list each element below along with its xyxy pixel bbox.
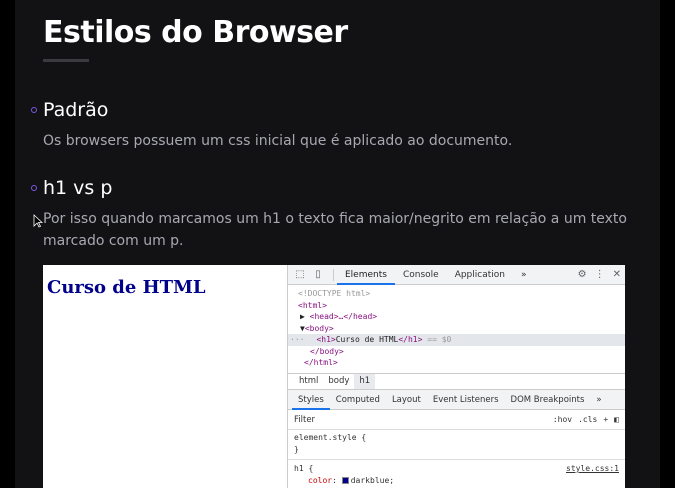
dom-doctype[interactable]: <!DOCTYPE html>	[288, 288, 625, 300]
styles-tabbar: Styles Computed Layout Event Listeners D…	[288, 390, 625, 410]
tab-styles[interactable]: Styles	[292, 390, 330, 410]
page-heading: Curso de HTML	[47, 277, 206, 298]
dom-html-open[interactable]: <html>	[288, 300, 625, 312]
h1-rule-header: h1 { style.css:1	[294, 463, 619, 475]
tab-dom-breakpoints[interactable]: DOM Breakpoints	[505, 390, 591, 410]
rule-declaration[interactable]: color: darkblue;	[294, 475, 619, 487]
item-heading-h1-vs-p: h1 vs p	[43, 177, 113, 199]
dom-head[interactable]: ▶ <head>…</head>	[288, 311, 625, 323]
tab-console[interactable]: Console	[395, 265, 447, 285]
class-toggle[interactable]: .cls	[578, 415, 597, 424]
dom-html-close[interactable]: </html>	[288, 357, 625, 369]
breadcrumb-h1[interactable]: h1	[354, 374, 376, 389]
hover-state-toggle[interactable]: :hov	[553, 415, 572, 424]
item-text-h1-vs-p-line1: Por isso quando marcamos um h1 o texto f…	[43, 211, 627, 227]
slide-title: Estilos do Browser	[43, 15, 348, 50]
rule-source-link[interactable]: style.css:1	[566, 463, 619, 475]
rule-close-brace: }	[294, 445, 299, 454]
settings-gear-icon[interactable]: ⚙	[578, 269, 587, 280]
dom-body-open[interactable]: ▼<body>	[288, 323, 625, 335]
bullet-icon	[31, 107, 37, 113]
filter-input[interactable]: Filter	[294, 415, 553, 425]
tab-application[interactable]: Application	[447, 265, 513, 285]
color-swatch-icon[interactable]	[341, 477, 349, 484]
devtools-tabbar: ⬚ ▯ Elements Console Application » ⚙ ⋮ ✕	[288, 265, 625, 285]
tab-computed[interactable]: Computed	[330, 390, 386, 410]
dom-tree: <!DOCTYPE html> <html> ▶ <head>…</head> …	[288, 285, 625, 373]
item-heading-padrao: Padrão	[43, 99, 109, 121]
breadcrumb-html[interactable]: html	[294, 374, 323, 389]
tab-more-chevron[interactable]: »	[590, 390, 607, 410]
divider	[333, 268, 334, 281]
close-icon[interactable]: ✕	[613, 269, 621, 280]
tab-elements[interactable]: Elements	[337, 265, 395, 285]
expand-triangle-icon[interactable]: ▶	[300, 312, 310, 321]
dom-h1-selected[interactable]: ··· <h1>Curso de HTML</h1> == $0	[288, 334, 625, 346]
new-rule-plus-icon[interactable]: +	[603, 415, 608, 424]
inspect-element-icon[interactable]: ⬚	[294, 269, 306, 281]
styles-filter-row: Filter :hov .cls + ◧	[288, 410, 625, 430]
browser-screenshot: Curso de HTML ⬚ ▯ Elements Console Appli…	[43, 265, 625, 488]
breadcrumb: html body h1	[288, 373, 625, 390]
device-toolbar-icon[interactable]: ▯	[312, 269, 324, 281]
divider	[288, 459, 625, 460]
styles-pane: element.style { } h1 { style.css:1 color:…	[288, 430, 625, 488]
tab-layout[interactable]: Layout	[386, 390, 427, 410]
rule-selector[interactable]: h1 {	[294, 464, 313, 473]
mouse-cursor-icon	[33, 214, 43, 228]
dom-body-close[interactable]: </body>	[288, 346, 625, 358]
page-viewport: Curso de HTML	[43, 265, 276, 488]
element-style-rule[interactable]: element.style {	[294, 432, 619, 444]
kebab-menu-icon[interactable]: ⋮	[595, 269, 605, 280]
title-underline	[43, 59, 89, 62]
devtools-panel: ⬚ ▯ Elements Console Application » ⚙ ⋮ ✕…	[287, 265, 625, 488]
bullet-icon	[31, 185, 37, 191]
tab-more-chevron[interactable]: »	[513, 265, 535, 285]
toggle-sidebar-icon[interactable]: ◧	[614, 415, 619, 424]
item-text-h1-vs-p-line2: marcado com um p.	[43, 233, 184, 249]
item-text-padrao: Os browsers possuem um css inicial que é…	[43, 133, 513, 149]
breadcrumb-body[interactable]: body	[323, 374, 354, 389]
tab-event-listeners[interactable]: Event Listeners	[427, 390, 505, 410]
slide: Estilos do Browser Padrão Os browsers po…	[15, 0, 660, 488]
